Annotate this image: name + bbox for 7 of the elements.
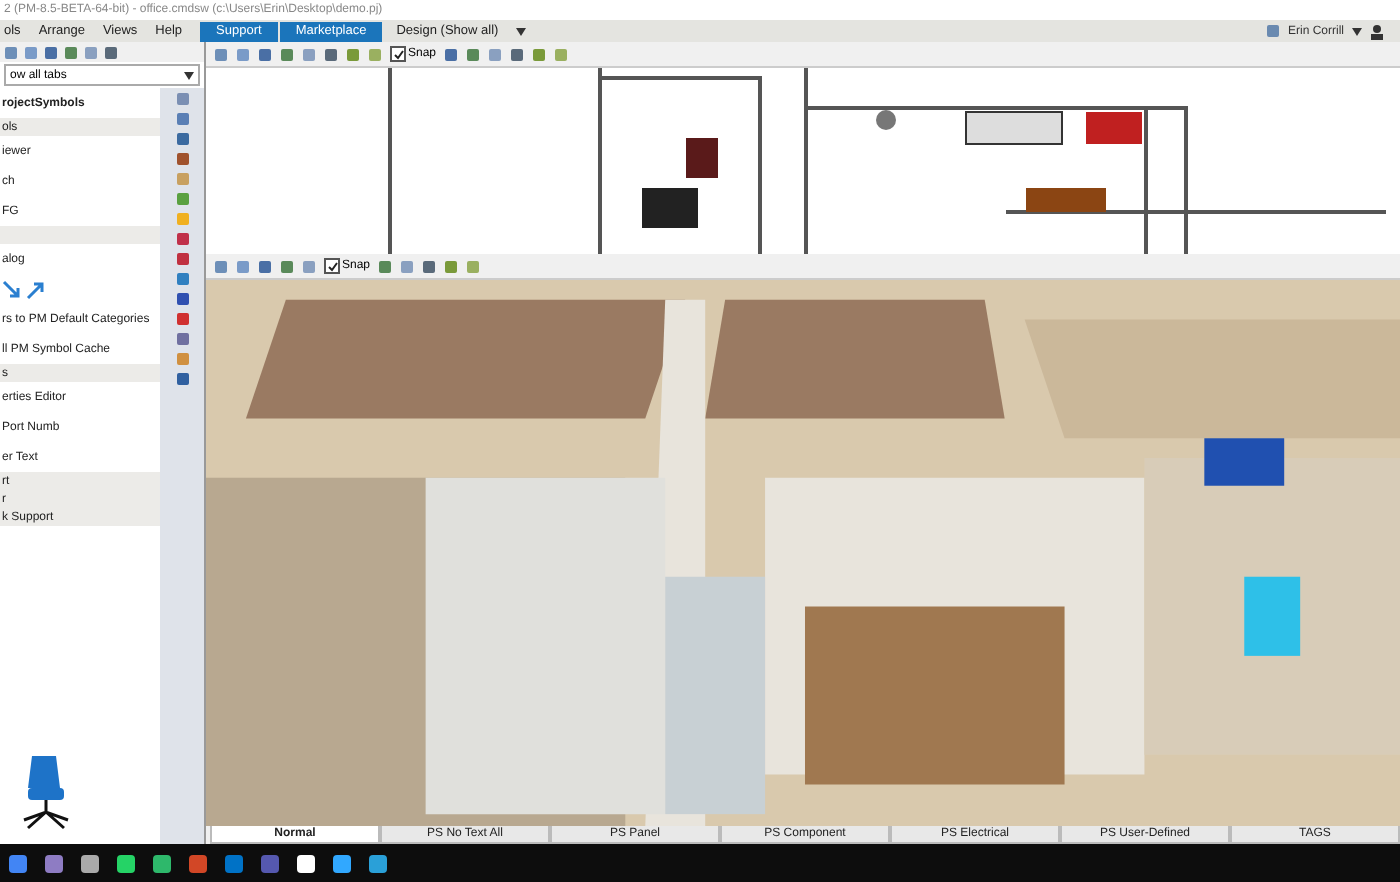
caret-icon[interactable] <box>516 27 527 35</box>
checkmark-icon[interactable] <box>327 261 337 271</box>
user-icon[interactable] <box>1370 23 1384 39</box>
checkmark-icon[interactable] <box>393 49 403 59</box>
expand-arrows-icon[interactable] <box>2 279 46 299</box>
caret-icon[interactable] <box>1352 27 1362 35</box>
caret-icon[interactable] <box>184 71 194 79</box>
